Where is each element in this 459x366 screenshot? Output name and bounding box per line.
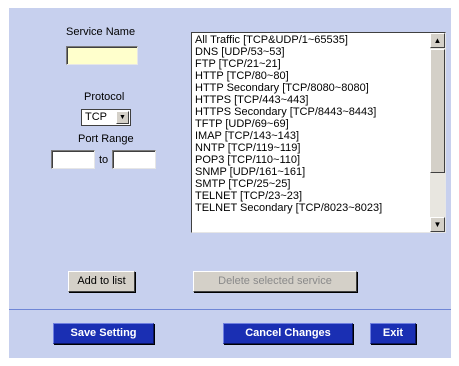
list-item[interactable]: POP3 [TCP/110~110] [195,154,445,166]
list-item[interactable]: SNMP [UDP/161~161] [195,166,445,178]
delete-selected-service-button[interactable]: Delete selected service [193,271,357,292]
list-item[interactable]: HTTPS Secondary [TCP/8443~8443] [195,106,445,118]
save-setting-button[interactable]: Save Setting [53,323,154,344]
list-item[interactable]: DNS [UDP/53~53] [195,46,445,58]
chevron-down-icon[interactable]: ▼ [116,111,129,124]
arrow-down-icon[interactable]: ▼ [430,217,445,232]
list-item[interactable]: All Traffic [TCP&UDP/1~65535] [195,34,445,46]
divider [9,309,451,310]
port-to-label: to [99,154,109,166]
port-end-input[interactable] [112,150,156,169]
list-item[interactable]: HTTP Secondary [TCP/8080~8080] [195,82,445,94]
list-item[interactable]: IMAP [TCP/143~143] [195,130,445,142]
service-list[interactable]: All Traffic [TCP&UDP/1~65535] DNS [UDP/53… [191,32,446,233]
list-item[interactable]: HTTP [TCP/80~80] [195,70,445,82]
arrow-up-icon[interactable]: ▲ [430,33,445,48]
service-name-input[interactable] [66,46,138,65]
cancel-changes-button[interactable]: Cancel Changes [223,323,353,344]
service-name-label: Service Name [66,26,136,38]
list-item[interactable]: TFTP [UDP/69~69] [195,118,445,130]
list-item[interactable]: SMTP [TCP/25~25] [195,178,445,190]
protocol-label: Protocol [84,91,125,103]
add-to-list-button[interactable]: Add to list [68,271,135,292]
list-item[interactable]: TELNET Secondary [TCP/8023~8023] [195,202,445,214]
list-item[interactable]: NNTP [TCP/119~119] [195,142,445,154]
port-start-input[interactable] [51,150,95,169]
list-item[interactable]: TELNET [TCP/23~23] [195,190,445,202]
scrollbar-thumb[interactable] [430,49,445,173]
service-list-scrollbar[interactable]: ▲ ▼ [430,33,445,232]
list-item[interactable]: HTTPS [TCP/443~443] [195,94,445,106]
protocol-select-value: TCP [85,111,107,123]
exit-button[interactable]: Exit [370,323,416,344]
port-range-label: Port Range [78,133,134,145]
service-list-items: All Traffic [TCP&UDP/1~65535] DNS [UDP/53… [192,33,445,214]
list-item[interactable]: FTP [TCP/21~21] [195,58,445,70]
protocol-select[interactable]: TCP ▼ [81,109,131,126]
